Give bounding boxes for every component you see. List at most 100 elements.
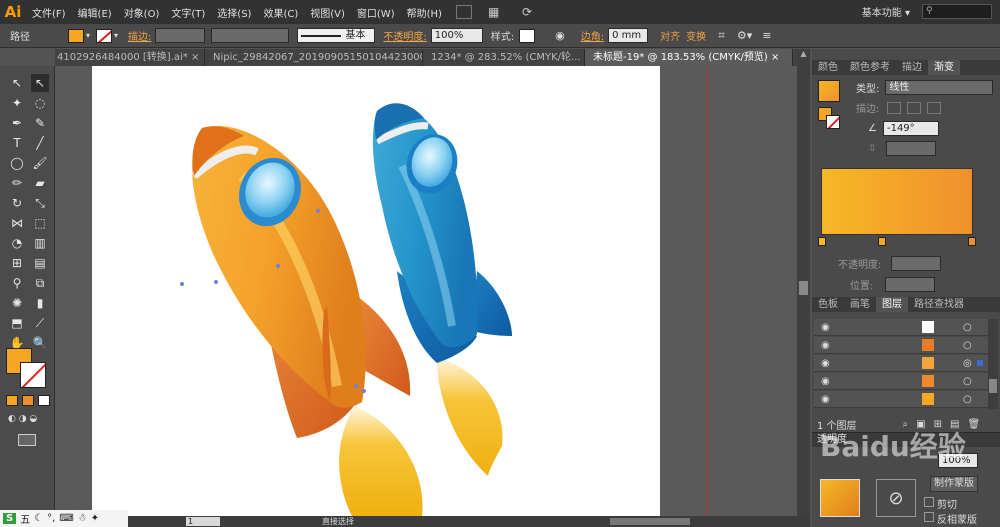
chevron-down-icon[interactable]: ▾: [114, 31, 118, 40]
screen-mode-icon[interactable]: [18, 434, 36, 446]
gradient-stop-left[interactable]: [818, 237, 826, 246]
draw-mode-icon[interactable]: ◐ ◑ ◒: [8, 414, 44, 426]
menu-file[interactable]: 文件(F): [26, 5, 72, 20]
gradient-stroke-icon[interactable]: [826, 115, 840, 129]
pen-tool-icon[interactable]: ✒: [8, 114, 26, 132]
pencil-tool-icon[interactable]: ✏: [8, 174, 26, 192]
stroke-across-icon[interactable]: [927, 101, 942, 114]
ime-toolbar[interactable]: S 五 ☾ °, ⌨ ☃ ✦: [0, 510, 128, 527]
layer-row[interactable]: ◉ ○: [814, 373, 998, 390]
gradient-position-dropdown[interactable]: [885, 277, 936, 292]
target-icon[interactable]: ○: [963, 322, 972, 333]
stroke-weight-dropdown[interactable]: [155, 28, 206, 43]
menu-object[interactable]: 对象(O): [118, 5, 166, 20]
layers-scrollbar[interactable]: [988, 319, 998, 409]
eye-icon[interactable]: ◉: [821, 394, 830, 405]
delete-icon[interactable]: 🗑: [967, 419, 980, 430]
corner-input[interactable]: 0 mm: [608, 28, 649, 43]
anchor-point[interactable]: [362, 389, 366, 393]
ime-mode-label[interactable]: 五: [20, 511, 30, 526]
artboard-nav-field[interactable]: 1: [186, 517, 220, 526]
clip-checkbox[interactable]: [924, 497, 934, 507]
stroke-color-box[interactable]: [20, 362, 46, 388]
layer-row[interactable]: ◉ ○: [814, 319, 998, 336]
blend-tool-icon[interactable]: ⧉: [31, 274, 49, 292]
punctuation-icon[interactable]: °,: [47, 513, 55, 524]
close-icon[interactable]: ×: [191, 52, 199, 63]
free-transform-tool-icon[interactable]: ⬚: [31, 214, 49, 232]
scale-tool-icon[interactable]: ⤡: [31, 194, 49, 212]
tab-color-guide[interactable]: 颜色参考: [844, 60, 896, 75]
paintbrush-tool-icon[interactable]: 🖌: [31, 154, 49, 172]
chevron-down-icon[interactable]: ▾: [86, 31, 90, 40]
arrange-documents-icon[interactable]: ▦: [488, 5, 508, 19]
eyedropper-tool-icon[interactable]: ⚲: [8, 274, 26, 292]
target-icon[interactable]: ○: [963, 394, 972, 405]
gradient-tool-icon[interactable]: ▤: [31, 254, 49, 272]
type-tool-icon[interactable]: T: [8, 134, 26, 152]
eraser-tool-icon[interactable]: ▰: [31, 174, 49, 192]
gpu-performance-icon[interactable]: ⟳: [522, 5, 532, 19]
workspace-switcher[interactable]: 基本功能 ▾: [862, 4, 910, 19]
artboard[interactable]: [92, 66, 660, 516]
stroke-along-icon[interactable]: [907, 101, 922, 114]
invert-mask-checkbox[interactable]: [924, 512, 934, 522]
horizontal-scroll-thumb[interactable]: [610, 518, 690, 525]
menu-view[interactable]: 视图(V): [304, 5, 351, 20]
gradient-opacity-dropdown[interactable]: [891, 256, 942, 271]
menu-effect[interactable]: 效果(C): [257, 5, 304, 20]
stroke-within-icon[interactable]: [887, 101, 902, 114]
gradient-angle-input[interactable]: -149°: [882, 121, 939, 136]
keyboard-icon[interactable]: ⌨: [59, 513, 73, 524]
orange-rocket-flame[interactable]: [339, 406, 423, 516]
fill-swatch[interactable]: [68, 28, 84, 43]
brush-definition-dropdown[interactable]: 基本: [297, 28, 376, 43]
anchor-point[interactable]: [316, 209, 320, 213]
magic-wand-tool-icon[interactable]: ✦: [8, 94, 26, 112]
blue-rocket-flame[interactable]: [437, 358, 503, 476]
search-input[interactable]: ⚲: [922, 4, 992, 19]
layer-row[interactable]: ◉ ○: [814, 337, 998, 354]
rocket-artwork[interactable]: [92, 66, 660, 516]
mesh-tool-icon[interactable]: ⊞: [8, 254, 26, 272]
style-swatch[interactable]: [519, 28, 536, 43]
line-tool-icon[interactable]: ╱: [31, 134, 49, 152]
gradient-preview-swatch[interactable]: [818, 80, 840, 102]
layer-row[interactable]: ◉ ◎: [814, 355, 998, 372]
stroke-label[interactable]: 描边:: [128, 28, 151, 43]
anchor-point[interactable]: [354, 384, 358, 388]
artboard-tool-icon[interactable]: ⬒: [8, 314, 26, 332]
menu-edit[interactable]: 编辑(E): [72, 5, 118, 20]
transform-link[interactable]: 变换: [686, 28, 706, 43]
target-icon[interactable]: ◎: [963, 358, 972, 369]
skin-icon[interactable]: ☃: [78, 513, 87, 524]
vertical-scrollbar[interactable]: ▲: [797, 49, 810, 516]
none-mode-icon[interactable]: [38, 395, 50, 406]
tab-gradient[interactable]: 渐变: [928, 60, 960, 75]
menu-select[interactable]: 选择(S): [211, 5, 257, 20]
opacity-input[interactable]: 100%: [430, 28, 483, 43]
tab-document-2[interactable]: Nipic_29842067_20190905150104423000.ai* …: [205, 49, 423, 66]
column-graph-tool-icon[interactable]: ▮: [31, 294, 49, 312]
gradient-mode-icon[interactable]: [22, 395, 34, 406]
menu-type[interactable]: 文字(T): [165, 5, 211, 20]
zoom-tool-icon[interactable]: 🔍: [31, 334, 49, 352]
selection-indicator[interactable]: [977, 360, 983, 366]
scroll-up-arrow[interactable]: ▲: [797, 49, 810, 61]
opacity-label[interactable]: 不透明度:: [383, 28, 426, 43]
gradient-type-dropdown[interactable]: 线性: [885, 80, 994, 95]
perspective-grid-tool-icon[interactable]: ▥: [31, 234, 49, 252]
isolate-icon[interactable]: ⌗: [718, 28, 725, 43]
direct-selection-tool-icon[interactable]: ↖: [31, 74, 49, 92]
select-similar-icon[interactable]: ⚙▾: [737, 29, 752, 42]
shape-builder-tool-icon[interactable]: ◔: [8, 234, 26, 252]
gradient-aspect-dropdown[interactable]: [886, 141, 937, 156]
bridge-icon[interactable]: [455, 5, 472, 19]
moon-icon[interactable]: ☾: [34, 513, 43, 524]
scroll-thumb[interactable]: [989, 379, 997, 393]
recolor-icon[interactable]: ◉: [555, 29, 565, 42]
tab-color[interactable]: 颜色: [812, 60, 844, 75]
eye-icon[interactable]: ◉: [821, 340, 830, 351]
rotate-tool-icon[interactable]: ↻: [8, 194, 26, 212]
tab-swatches[interactable]: 色板: [812, 297, 844, 312]
